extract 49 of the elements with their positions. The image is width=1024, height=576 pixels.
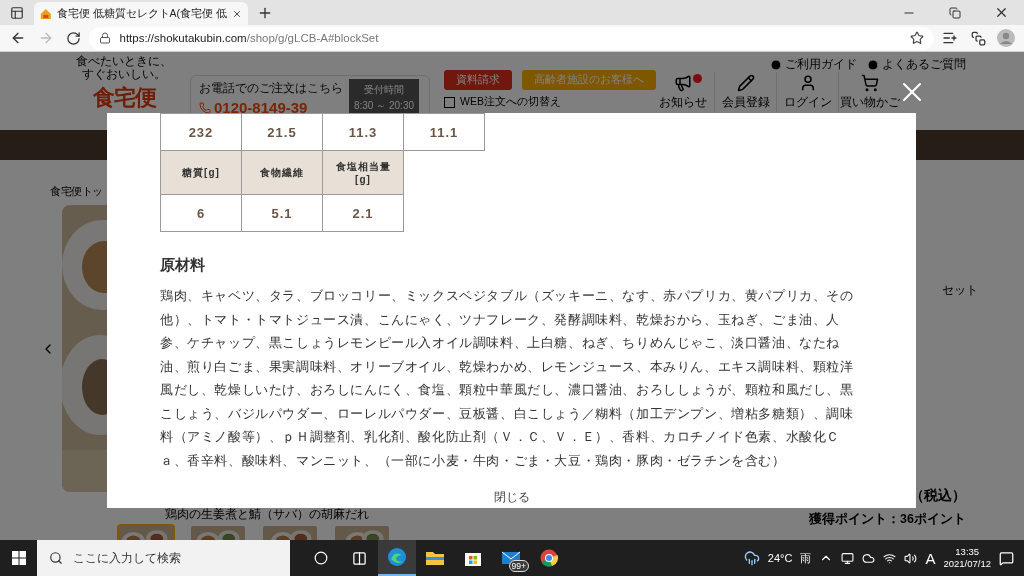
header-link[interactable]: よくあるご質問 — [867, 56, 966, 73]
points-text: 獲得ポイント：36ポイント — [809, 511, 966, 528]
header-icon-button[interactable]: ログイン — [776, 72, 838, 112]
temperature[interactable]: 24°C — [767, 552, 793, 564]
site-favicon-icon — [40, 6, 52, 21]
table-cell: 11.1 — [403, 113, 485, 151]
close-link[interactable]: 閉じる — [493, 489, 530, 506]
header-icon-button[interactable]: 会員登録 — [714, 72, 776, 112]
table-cell: 2.1 — [322, 194, 404, 232]
ime-indicator[interactable]: A — [925, 549, 936, 567]
mail-count-badge: 99+ — [508, 560, 529, 572]
breadcrumb[interactable]: 食宅便トッ — [50, 185, 103, 197]
tax-note: （税込） — [910, 487, 966, 505]
volume-icon[interactable] — [904, 551, 918, 565]
search-icon — [49, 551, 63, 565]
table-cell: 6 — [160, 194, 242, 232]
notifications-icon[interactable] — [999, 550, 1014, 566]
product-title: セット — [942, 283, 978, 297]
table-cell: 5.1 — [241, 194, 323, 232]
lock-icon — [99, 32, 112, 44]
favorite-star-icon[interactable] — [910, 31, 925, 45]
cart-icon — [860, 73, 879, 92]
header-icon-button[interactable]: 買い物かご — [838, 72, 900, 112]
megaphone-icon — [674, 73, 692, 92]
address-bar[interactable]: https://shokutakubin.com/shop/g/gLCB-A#blockSet — [89, 26, 935, 50]
pencil-icon — [736, 73, 755, 92]
header-button[interactable]: 資料請求 — [444, 70, 512, 90]
phone-number: 0120-8149-39 — [199, 99, 343, 116]
table-cell: 21.5 — [241, 113, 323, 151]
weather-text[interactable]: 雨 — [800, 550, 812, 566]
table-cell: 232 — [160, 113, 242, 151]
device-icon[interactable] — [841, 551, 855, 565]
table-cell: 11.3 — [322, 113, 404, 151]
table-header-cell: 食物繊維 — [241, 150, 323, 195]
taskbar-search-field[interactable]: ここに入力して検索 — [37, 540, 290, 576]
clock[interactable]: 13:35 2021/07/12 — [943, 546, 991, 570]
edge-browser-icon[interactable] — [378, 540, 416, 576]
weather-icon[interactable] — [743, 550, 760, 566]
table-header-cell: 糖質[g] — [160, 150, 242, 195]
network-icon[interactable] — [883, 551, 897, 565]
cloud-icon[interactable] — [862, 551, 876, 565]
phone-icon — [199, 101, 211, 114]
ingredients-text: 鶏肉、キャベツ、タラ、ブロッコリー、ミックスベジタブル（ズッキーニ、なす、赤パプリカ、黄パプリカ、その他）、トマト・トマトジュース漬、こんにゃく、ツナフレーク、発酵調味料、乾燥おから、玉ねぎ、ごま油、人参、ケチャップ、黒こしょうレモンピール入オイル調味料、上白糖、ねぎ、ちりめんじゃこ、淡口醤油、なたね油、煎り白ごま、果実調味料、オリーブオイル、乾燥わかめ、レモンジュース、本みりん、エキス調味料、顆粒洋風だし、乾燥しいたけ、おろしにんにく、食塩、顆粒中華風だし、濃口醤油、おろししょうが、顆粒和風だし、黒こしょう、バジルパウダー、ローレルパウダー、豆板醤、白こしょう／糊料（加工デンプン、増粘多糖類）、調味料（アミノ酸等）、ｐＨ調整剤、乳化剤、酸化防止剤（Ｖ．Ｃ、Ｖ．Ｅ）、香料、カロチノイド色素、水酸化Ｃａ、香辛料、酸味料、マンニット、（一部に小麦・牛肉・ごま・大豆・鶏肉・豚肉・ゼラチンを含む） — [160, 288, 855, 470]
photo-caption: 鶏肉の生姜煮と鯖（サバ）の胡麻だれ — [164, 506, 370, 523]
phone-label: お電話でのご注文はこちら — [199, 80, 343, 97]
ingredients-heading: 原材料 — [160, 256, 206, 275]
header-link[interactable]: ご利用ガイド — [770, 56, 857, 73]
table-header-cell: 食塩相当量[g] — [322, 150, 404, 195]
browser-tab[interactable]: 食宅便 低糖質セレクトA(食宅便 低 — [34, 2, 248, 25]
